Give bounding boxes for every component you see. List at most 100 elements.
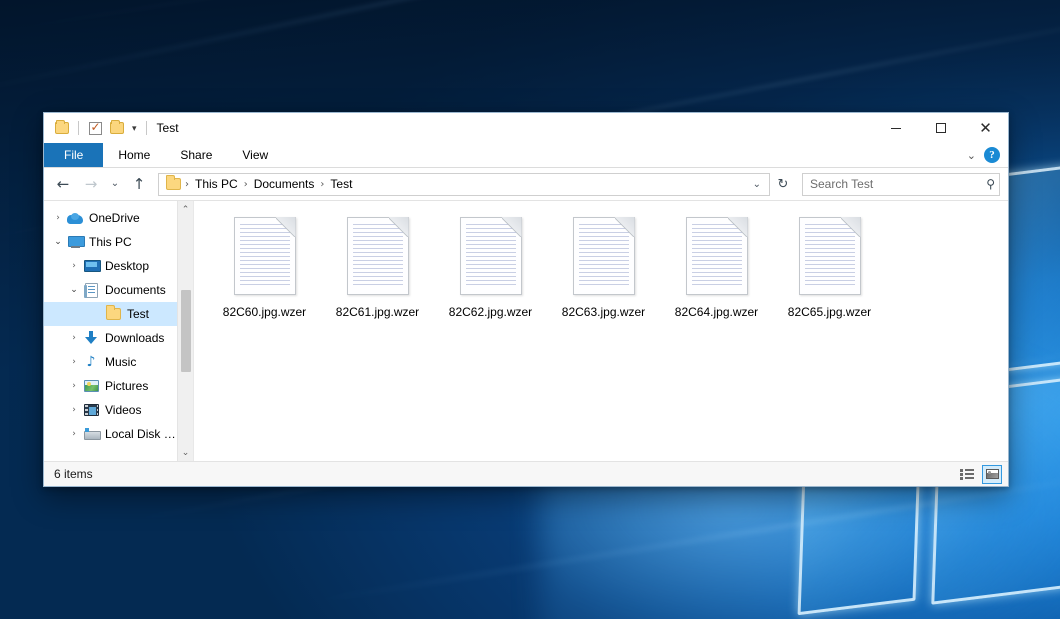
document-rule-lines xyxy=(240,224,290,288)
sidebar-item-label: Test xyxy=(127,307,149,321)
tab-share[interactable]: Share xyxy=(165,143,227,167)
chevron-right-icon[interactable]: › xyxy=(66,261,82,271)
chevron-right-icon[interactable]: › xyxy=(50,213,66,223)
close-button[interactable]: ✕ xyxy=(963,113,1008,143)
recent-locations-button[interactable]: ⌄ xyxy=(106,171,124,197)
tab-view[interactable]: View xyxy=(227,143,283,167)
toolbar-divider xyxy=(78,121,79,135)
sidebar-item-local-disk-c[interactable]: › Local Disk (C:) xyxy=(44,422,177,446)
document-rule-lines xyxy=(692,224,742,288)
breadcrumb-test[interactable]: Test xyxy=(325,175,357,193)
document-rule-lines xyxy=(805,224,855,288)
chevron-right-icon[interactable]: › xyxy=(66,429,82,439)
chevron-down-icon[interactable]: ⌄ xyxy=(66,285,82,295)
local-disk-icon xyxy=(82,426,100,442)
sidebar-item-downloads[interactable]: ›Downloads xyxy=(44,326,177,350)
help-icon[interactable]: ? xyxy=(984,147,1000,163)
sidebar-item-label: Pictures xyxy=(105,379,148,393)
large-icons-view-button[interactable] xyxy=(982,465,1002,484)
sidebar-scrollbar[interactable]: ⌃ ⌄ xyxy=(177,201,193,461)
file-name-label: 82C64.jpg.wzer xyxy=(672,304,761,320)
window-title: Test xyxy=(157,121,179,135)
sidebar-item-music[interactable]: ›♪Music xyxy=(44,350,177,374)
ribbon-tab-strip: File Home Share View ⌄ ? xyxy=(44,143,1008,168)
downloads-icon xyxy=(82,330,100,346)
window-controls: ✕ xyxy=(873,113,1008,143)
new-folder-icon[interactable] xyxy=(107,118,127,138)
refresh-icon[interactable]: ↻ xyxy=(772,177,794,192)
music-icon-glyph: ♪ xyxy=(84,355,98,369)
minimize-button[interactable] xyxy=(873,113,918,143)
breadcrumb-documents[interactable]: Documents xyxy=(249,175,320,193)
document-rule-lines xyxy=(466,224,516,288)
sidebar-item-pictures[interactable]: › Pictures xyxy=(44,374,177,398)
folder-icon xyxy=(166,178,181,190)
scroll-up-icon[interactable]: ⌃ xyxy=(178,201,194,218)
file-name-label: 82C65.jpg.wzer xyxy=(785,304,874,320)
breadcrumb: › This PC › Documents › Test xyxy=(164,175,747,193)
file-item[interactable]: 82C65.jpg.wzer xyxy=(773,215,886,343)
tab-home[interactable]: Home xyxy=(103,143,165,167)
chevron-down-icon[interactable]: ⌄ xyxy=(747,179,767,190)
file-name-label: 82C62.jpg.wzer xyxy=(446,304,535,320)
maximize-button[interactable] xyxy=(918,113,963,143)
sidebar-item-desktop[interactable]: ›Desktop xyxy=(44,254,177,278)
breadcrumb-this-pc[interactable]: This PC xyxy=(190,175,243,193)
file-explorer-window: ▾ Test ✕ File Home Share View ⌄ ? xyxy=(43,112,1009,487)
sidebar-item-test[interactable]: Test xyxy=(44,302,177,326)
generic-document-icon xyxy=(234,217,296,295)
document-rule-lines xyxy=(579,224,629,288)
scroll-down-icon[interactable]: ⌄ xyxy=(178,444,194,461)
search-box[interactable]: Search Test ⚲ xyxy=(802,173,1000,196)
back-button[interactable]: ← xyxy=(50,171,76,197)
up-button[interactable]: ↑ xyxy=(126,171,152,197)
chevron-right-icon[interactable]: › xyxy=(66,333,82,343)
file-name-label: 82C60.jpg.wzer xyxy=(220,304,309,320)
onedrive-icon-glyph xyxy=(67,213,83,224)
sidebar-item-label: Documents xyxy=(105,283,166,297)
sidebar-item-label: Videos xyxy=(105,403,141,417)
address-bar[interactable]: › This PC › Documents › Test ⌄ xyxy=(158,173,770,196)
details-view-button[interactable] xyxy=(957,465,977,484)
file-item[interactable]: 82C63.jpg.wzer xyxy=(547,215,660,343)
sidebar-item-this-pc[interactable]: ⌄ This PC xyxy=(44,230,177,254)
toolbar-divider xyxy=(146,121,147,135)
search-input[interactable]: Search Test xyxy=(810,177,986,191)
properties-checkbox-icon[interactable] xyxy=(85,118,105,138)
sidebar-item-videos[interactable]: › Videos xyxy=(44,398,177,422)
music-icon: ♪ xyxy=(82,354,100,370)
navigation-pane: ›OneDrive ⌄ This PC ›Desktop ⌄ Documents Test ›… xyxy=(44,201,194,461)
this-pc-icon xyxy=(66,234,84,250)
file-list-view[interactable]: 82C60.jpg.wzer 82C61.jpg.wzer 82C62.jpg.wz… xyxy=(194,201,1008,461)
videos-icon-glyph xyxy=(84,404,99,416)
folder-tree: ›OneDrive ⌄ This PC ›Desktop ⌄ Documents Test ›… xyxy=(44,201,177,461)
chevron-right-icon[interactable]: › xyxy=(66,405,82,415)
view-toggle-group xyxy=(957,465,1002,484)
local-disk-icon-glyph xyxy=(84,428,99,440)
sidebar-item-documents[interactable]: ⌄ Documents xyxy=(44,278,177,302)
chevron-down-icon[interactable]: ▾ xyxy=(129,123,140,134)
folder-icon[interactable] xyxy=(52,118,72,138)
sidebar-item-label: This PC xyxy=(89,235,132,249)
file-item[interactable]: 82C60.jpg.wzer xyxy=(208,215,321,343)
file-item[interactable]: 82C62.jpg.wzer xyxy=(434,215,547,343)
pictures-icon-glyph xyxy=(84,380,99,392)
folder-icon-glyph xyxy=(106,308,121,320)
sidebar-item-label: Local Disk (C:) xyxy=(105,427,177,441)
file-item[interactable]: 82C61.jpg.wzer xyxy=(321,215,434,343)
chevron-right-icon[interactable]: › xyxy=(66,357,82,367)
ribbon-right-controls: ⌄ ? xyxy=(967,143,1008,167)
chevron-right-icon[interactable]: › xyxy=(66,381,82,391)
chevron-down-icon[interactable]: ⌄ xyxy=(967,149,976,162)
forward-button[interactable]: → xyxy=(78,171,104,197)
sidebar-item-onedrive[interactable]: ›OneDrive xyxy=(44,206,177,230)
documents-icon xyxy=(82,282,100,298)
videos-icon xyxy=(82,402,100,418)
file-item[interactable]: 82C64.jpg.wzer xyxy=(660,215,773,343)
file-name-label: 82C61.jpg.wzer xyxy=(333,304,422,320)
scrollbar-track[interactable] xyxy=(178,218,194,444)
tab-file[interactable]: File xyxy=(44,143,103,167)
this-pc-icon-glyph xyxy=(68,236,83,248)
scrollbar-thumb[interactable] xyxy=(181,290,191,371)
chevron-down-icon[interactable]: ⌄ xyxy=(50,237,66,247)
